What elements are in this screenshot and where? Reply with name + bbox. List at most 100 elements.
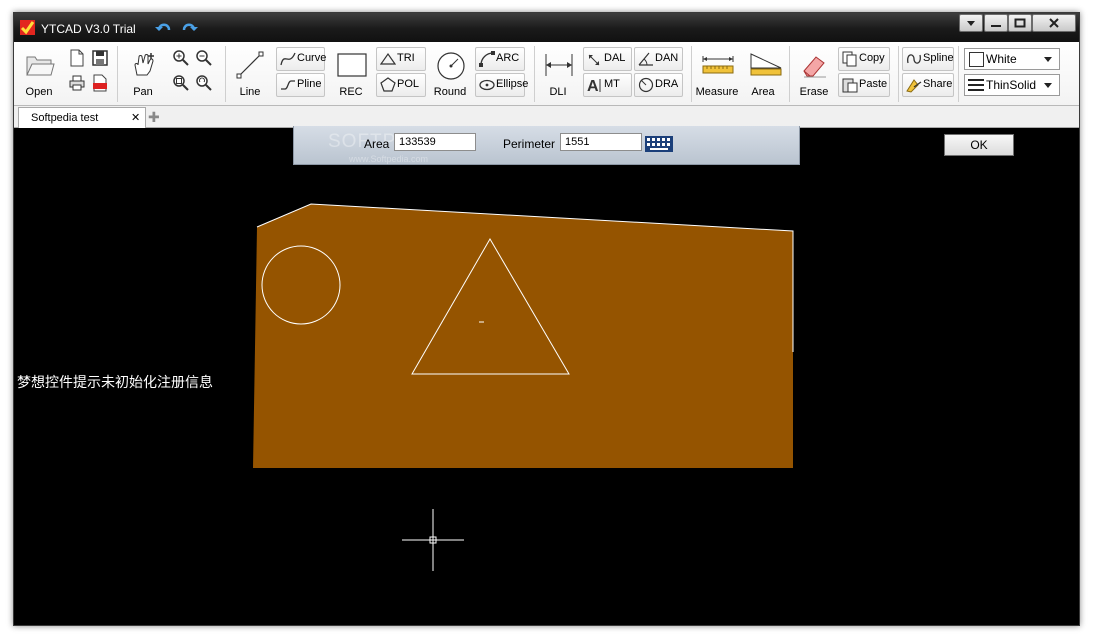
spline-button[interactable]: Spline [902, 47, 954, 71]
angular-dimension-icon [638, 52, 653, 66]
color-swatch [969, 52, 984, 67]
tri-label: TRI [397, 52, 415, 64]
chevron-down-icon [1044, 57, 1052, 62]
area-value-field[interactable] [394, 133, 476, 151]
measure-label: Measure [695, 86, 739, 98]
linetype-value: ThinSolid [986, 78, 1037, 92]
title-bar: YTCAD V3.0 Trial [14, 13, 1079, 42]
multiline-text-icon: A [587, 78, 601, 93]
perimeter-field-label: Perimeter [503, 137, 556, 151]
printer-icon [69, 75, 85, 91]
dra-label: DRA [655, 78, 679, 90]
paste-button[interactable]: Paste [838, 73, 890, 97]
new-tab-icon[interactable]: ✚ [148, 109, 160, 126]
polygon-button[interactable]: POL [376, 73, 426, 97]
triangle-button[interactable]: TRI [376, 47, 426, 71]
area-icon [750, 53, 782, 76]
mt-button[interactable]: A MT [583, 73, 632, 97]
share-icon [906, 79, 922, 93]
rec-label: REC [339, 86, 363, 98]
watermark-url: www.Softpedia.com [349, 154, 429, 164]
copy-button[interactable]: Copy [838, 47, 890, 71]
pline-button[interactable]: Pline [276, 73, 325, 97]
toolbar-separator [225, 46, 226, 102]
new-file-button[interactable] [66, 47, 88, 69]
dan-label: DAN [655, 52, 679, 64]
open-button[interactable]: Open [17, 45, 61, 101]
zoom-in-button[interactable] [170, 47, 192, 69]
round-label: Round [433, 86, 467, 98]
open-label: Open [25, 86, 53, 98]
arc-button[interactable]: ARC [475, 47, 525, 71]
ellipse-label: Ellipse [496, 78, 529, 90]
color-dropdown[interactable]: White [964, 48, 1060, 70]
new-file-icon [70, 49, 84, 67]
line-icon [236, 51, 264, 79]
ok-button[interactable]: OK [944, 134, 1014, 156]
mt-label: MT [604, 78, 620, 90]
document-tab-bar: Softpedia test ✕ ✚ [14, 106, 1079, 128]
redo-icon[interactable] [180, 18, 200, 36]
dra-button[interactable]: DRA [634, 73, 683, 97]
area-button[interactable]: Area [742, 45, 784, 101]
keyboard-icon[interactable] [645, 136, 673, 152]
dli-button[interactable]: DLI [536, 45, 580, 101]
line-button[interactable]: Line [228, 45, 272, 101]
linear-dimension-icon [545, 54, 573, 76]
ribbon-toolbar: Open Pan Line Curve Pline REC TRI POL Ro… [14, 42, 1079, 106]
spline-label: Spline [923, 52, 954, 64]
arc-label: ARC [496, 52, 520, 64]
zoom-previous-button[interactable] [193, 72, 215, 94]
menu-dropdown-button[interactable] [959, 14, 983, 32]
zoom-in-icon [173, 50, 189, 66]
undo-icon[interactable] [154, 18, 174, 36]
color-value: White [986, 52, 1017, 66]
print-button[interactable] [66, 72, 88, 94]
maximize-icon [1014, 18, 1026, 28]
dal-label: DAL [604, 52, 626, 64]
perimeter-value-field[interactable] [560, 133, 642, 151]
crosshair-cursor [402, 509, 464, 571]
pan-button[interactable]: Pan [121, 45, 165, 101]
arc-icon [479, 51, 495, 67]
hand-icon [134, 53, 154, 76]
zoom-window-button[interactable] [170, 72, 192, 94]
share-button[interactable]: Share [902, 73, 954, 97]
ellipse-icon [479, 79, 495, 91]
toolbar-separator [117, 46, 118, 102]
line-label: Line [239, 86, 261, 98]
dli-label: DLI [549, 86, 567, 98]
area-field-label: Area [364, 137, 390, 151]
tab-softpedia-test[interactable]: Softpedia test ✕ [18, 107, 146, 128]
zoom-refresh-icon [196, 75, 212, 91]
registration-status-message: 梦想控件提示未初始化注册信息 [17, 375, 213, 391]
linetype-dropdown[interactable]: ThinSolid [964, 74, 1060, 96]
close-button[interactable] [1032, 14, 1076, 32]
save-button[interactable] [89, 47, 111, 69]
round-button[interactable]: Round [428, 45, 472, 101]
zoom-out-button[interactable] [193, 47, 215, 69]
curve-button[interactable]: Curve [276, 47, 327, 71]
drawing-canvas[interactable]: 梦想控件提示未初始化注册信息 [15, 128, 1078, 624]
export-pdf-button[interactable] [89, 72, 111, 94]
polyline-icon [281, 80, 295, 90]
close-icon [1049, 18, 1059, 28]
copy-icon [842, 51, 857, 67]
toolbar-separator [958, 46, 959, 102]
tab-close-icon[interactable]: ✕ [131, 111, 140, 124]
minimize-button[interactable] [984, 14, 1008, 32]
filled-region-shape[interactable] [253, 204, 793, 468]
dal-button[interactable]: DAL [583, 47, 632, 71]
dan-button[interactable]: DAN [634, 47, 683, 71]
curve-label: Curve [297, 52, 327, 64]
rectangle-icon [337, 53, 367, 77]
line-weight-icon [968, 79, 984, 91]
share-label: Share [923, 78, 953, 90]
erase-button[interactable]: Erase [792, 45, 836, 101]
measure-result-bar: SOFTPEDIA www.Softpedia.com Area Perimet… [293, 126, 1014, 165]
measure-button[interactable]: Measure [694, 45, 740, 101]
rectangle-button[interactable]: REC [329, 45, 373, 101]
ellipse-button[interactable]: Ellipse [475, 73, 529, 97]
maximize-button[interactable] [1008, 14, 1032, 32]
spline-icon [907, 54, 921, 64]
